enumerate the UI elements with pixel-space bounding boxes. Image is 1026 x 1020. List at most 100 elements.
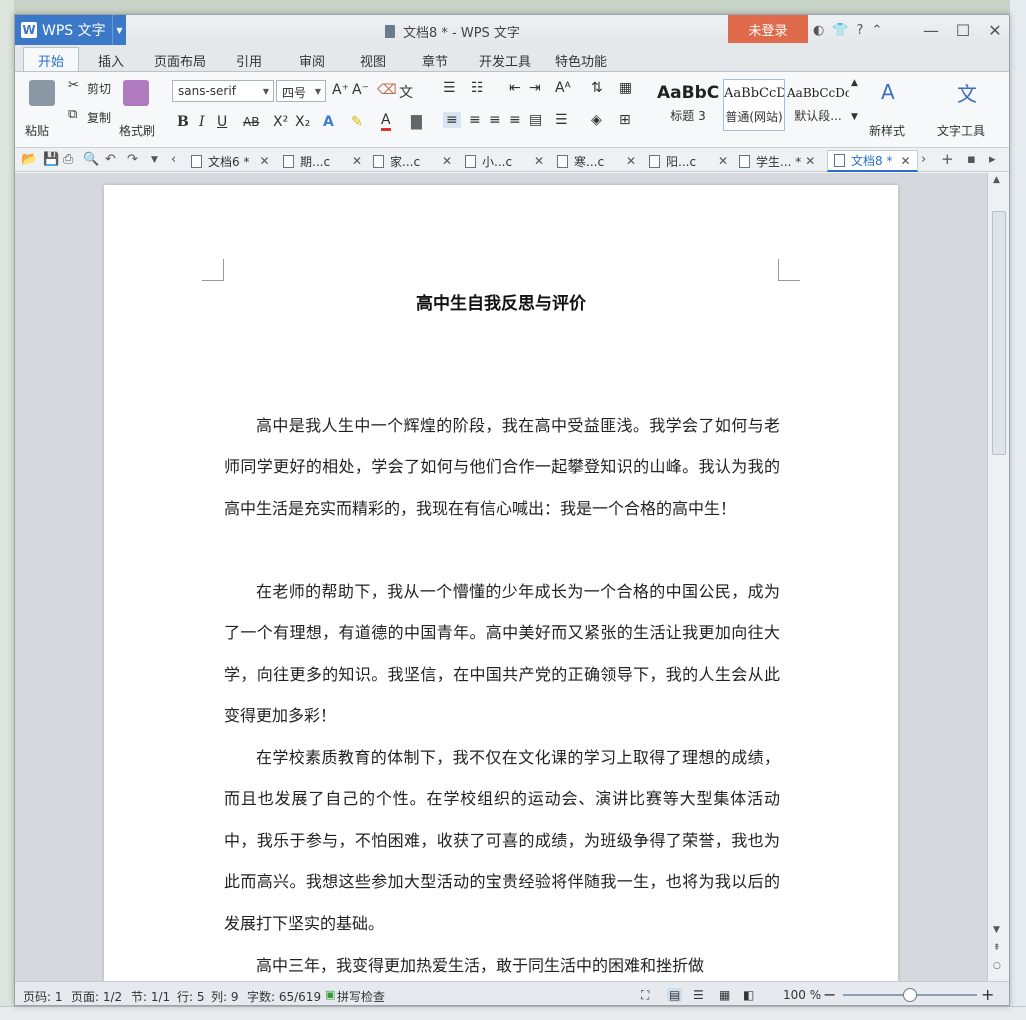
tab-page-layout[interactable]: 页面布局 (154, 51, 206, 70)
increase-indent-icon[interactable]: ⇥ (529, 80, 541, 96)
shirt-icon[interactable]: 👕 (832, 23, 848, 38)
tab-home[interactable]: 开始 (23, 47, 80, 71)
copy-button[interactable]: 复制 (87, 109, 111, 126)
cut-button[interactable]: 剪切 (87, 80, 111, 97)
clear-format-icon[interactable]: ⌫ (377, 82, 397, 98)
close-tab-icon[interactable]: ✕ (805, 154, 815, 168)
chevron-down-icon[interactable]: ▼ (112, 15, 126, 45)
bullet-list-icon[interactable]: ☰ (443, 80, 456, 96)
align-center-icon[interactable]: ≡ (469, 112, 481, 128)
zoom-in-icon[interactable]: + (981, 985, 994, 1004)
text-tools-icon[interactable]: 文 (957, 78, 977, 107)
table-border-icon[interactable]: ▦ (619, 80, 632, 96)
close-tab-icon[interactable]: ✕ (718, 154, 728, 168)
maximize-icon[interactable]: ☐ (947, 21, 979, 40)
previous-page-icon[interactable]: ⇞ (993, 943, 1001, 953)
zoom-out-icon[interactable]: − (823, 985, 836, 1004)
close-tab-icon[interactable]: ✕ (259, 154, 269, 168)
tab-view[interactable]: 视图 (360, 51, 386, 70)
highlight-icon[interactable]: ✎ (351, 114, 363, 130)
reading-mode-icon[interactable]: ◧ (743, 988, 754, 1002)
tab-scroll-right-icon[interactable]: › (921, 152, 926, 167)
doc-tab[interactable]: 期...c ✕ (283, 150, 362, 172)
page-view-icon[interactable]: ▤ (667, 988, 683, 1002)
close-tab-icon[interactable]: ✕ (534, 154, 544, 168)
tab-review[interactable]: 审阅 (299, 51, 325, 70)
close-tab-icon[interactable]: ✕ (352, 154, 362, 168)
scroll-up-icon[interactable]: ▲ (993, 175, 1000, 185)
doc-tab[interactable]: 学生... * ✕ (739, 150, 815, 172)
underline-button[interactable]: U (217, 114, 227, 130)
border-icon[interactable]: ⊞ (619, 112, 631, 128)
zoom-slider-handle[interactable] (903, 988, 917, 1002)
spell-check-button[interactable]: 拼写检查 (337, 988, 385, 1005)
italic-button[interactable]: I (199, 114, 205, 130)
char-shading-icon[interactable]: ▇ (411, 114, 422, 130)
new-tab-icon[interactable]: + (941, 150, 954, 168)
skin-icon[interactable]: ◐ (813, 23, 824, 38)
numbered-list-icon[interactable]: ☷ (471, 80, 484, 96)
document-page[interactable]: 高中生自我反思与评价 高中是我人生中一个辉煌的阶段，我在高中受益匪浅。我学会了如… (104, 185, 898, 981)
scroll-down-icon[interactable]: ▼ (993, 925, 1000, 935)
close-tab-icon[interactable]: ✕ (442, 154, 452, 168)
font-color-icon[interactable]: A (381, 112, 391, 131)
collapse-ribbon-icon[interactable]: ⌃ (871, 23, 882, 38)
tab-special[interactable]: 特色功能 (555, 51, 607, 70)
doc-tab[interactable]: 小...c ✕ (465, 150, 544, 172)
doc-tab[interactable]: 寒...c ✕ (557, 150, 636, 172)
status-word-count[interactable]: 字数: 65/619 (247, 988, 321, 1005)
print-icon[interactable]: ⎙ (63, 152, 73, 167)
doc-tab[interactable]: 家...c ✕ (373, 150, 452, 172)
distribute-icon[interactable]: ▤ (529, 112, 542, 128)
tab-developer[interactable]: 开发工具 (479, 51, 531, 70)
doc-tab[interactable]: 阳...c ✕ (649, 150, 728, 172)
vertical-scrollbar[interactable]: ▲ ▼ ⇞ ○ (987, 173, 1009, 981)
tab-scroll-left-icon[interactable]: ‹ (171, 152, 176, 167)
decrease-indent-icon[interactable]: ⇤ (509, 80, 521, 96)
tab-insert[interactable]: 插入 (98, 51, 124, 70)
redo-icon[interactable]: ↷ (127, 152, 138, 167)
zoom-level[interactable]: 100 % (783, 988, 821, 1002)
editor-area[interactable]: 高中生自我反思与评价 高中是我人生中一个辉煌的阶段，我在高中受益匪浅。我学会了如… (15, 173, 987, 981)
scrollbar-thumb[interactable] (992, 211, 1006, 455)
format-painter-button[interactable]: 格式刷 (119, 122, 155, 139)
style-default-paragraph[interactable]: AaBbCcDc 默认段... (787, 79, 849, 131)
open-folder-icon[interactable]: 📂 (21, 152, 37, 167)
paste-icon[interactable] (29, 80, 55, 106)
fullscreen-icon[interactable]: ⛶ (641, 988, 649, 1003)
style-normal-web[interactable]: AaBbCcD 普通(网站) (723, 79, 785, 131)
save-icon[interactable]: 💾 (43, 152, 59, 167)
tab-list-icon[interactable]: ▪ (967, 152, 976, 167)
line-spacing-icon[interactable]: ☰ (555, 112, 568, 128)
minimize-icon[interactable]: — (915, 21, 947, 40)
font-size-select[interactable]: 四号 ▼ (276, 80, 326, 102)
scissors-icon[interactable]: ✂ (68, 78, 79, 93)
superscript-button[interactable]: X² (273, 114, 288, 130)
grow-font-icon[interactable]: A⁺ (332, 82, 349, 98)
style-scroll-down-icon[interactable]: ▼ (851, 112, 858, 122)
sort-icon[interactable]: ⇅ (591, 80, 603, 96)
new-style-button[interactable]: 新样式 (869, 122, 905, 139)
doc-tab[interactable]: 文档6 * ✕ (191, 150, 270, 172)
tab-references[interactable]: 引用 (236, 51, 262, 70)
justify-icon[interactable]: ≡ (509, 112, 521, 128)
font-name-select[interactable]: sans-serif ▼ (172, 80, 274, 102)
close-tab-icon[interactable]: ✕ (900, 154, 910, 168)
tab-menu-icon[interactable]: ▸ (989, 152, 996, 167)
login-button[interactable]: 未登录 (728, 15, 808, 43)
text-direction-icon[interactable]: Aᴬ (555, 80, 571, 96)
quick-access-dropdown-icon[interactable]: ▼ (151, 155, 158, 165)
copy-icon[interactable]: ⧉ (68, 107, 77, 122)
doc-tab-active[interactable]: 文档8 * ✕ (827, 150, 918, 172)
shading-icon[interactable]: ◈ (591, 112, 602, 128)
format-painter-icon[interactable] (123, 80, 149, 106)
paste-button[interactable]: 粘贴 (25, 122, 49, 139)
subscript-button[interactable]: X₂ (295, 114, 310, 130)
outline-view-icon[interactable]: ☰ (693, 988, 704, 1002)
bold-button[interactable]: B (177, 114, 189, 130)
style-scroll-up-icon[interactable]: ▲ (851, 78, 858, 88)
text-tools-button[interactable]: 文字工具 (937, 122, 985, 139)
align-right-icon[interactable]: ≡ (489, 112, 501, 128)
close-tab-icon[interactable]: ✕ (626, 154, 636, 168)
strikethrough-button[interactable]: AB (243, 115, 259, 129)
